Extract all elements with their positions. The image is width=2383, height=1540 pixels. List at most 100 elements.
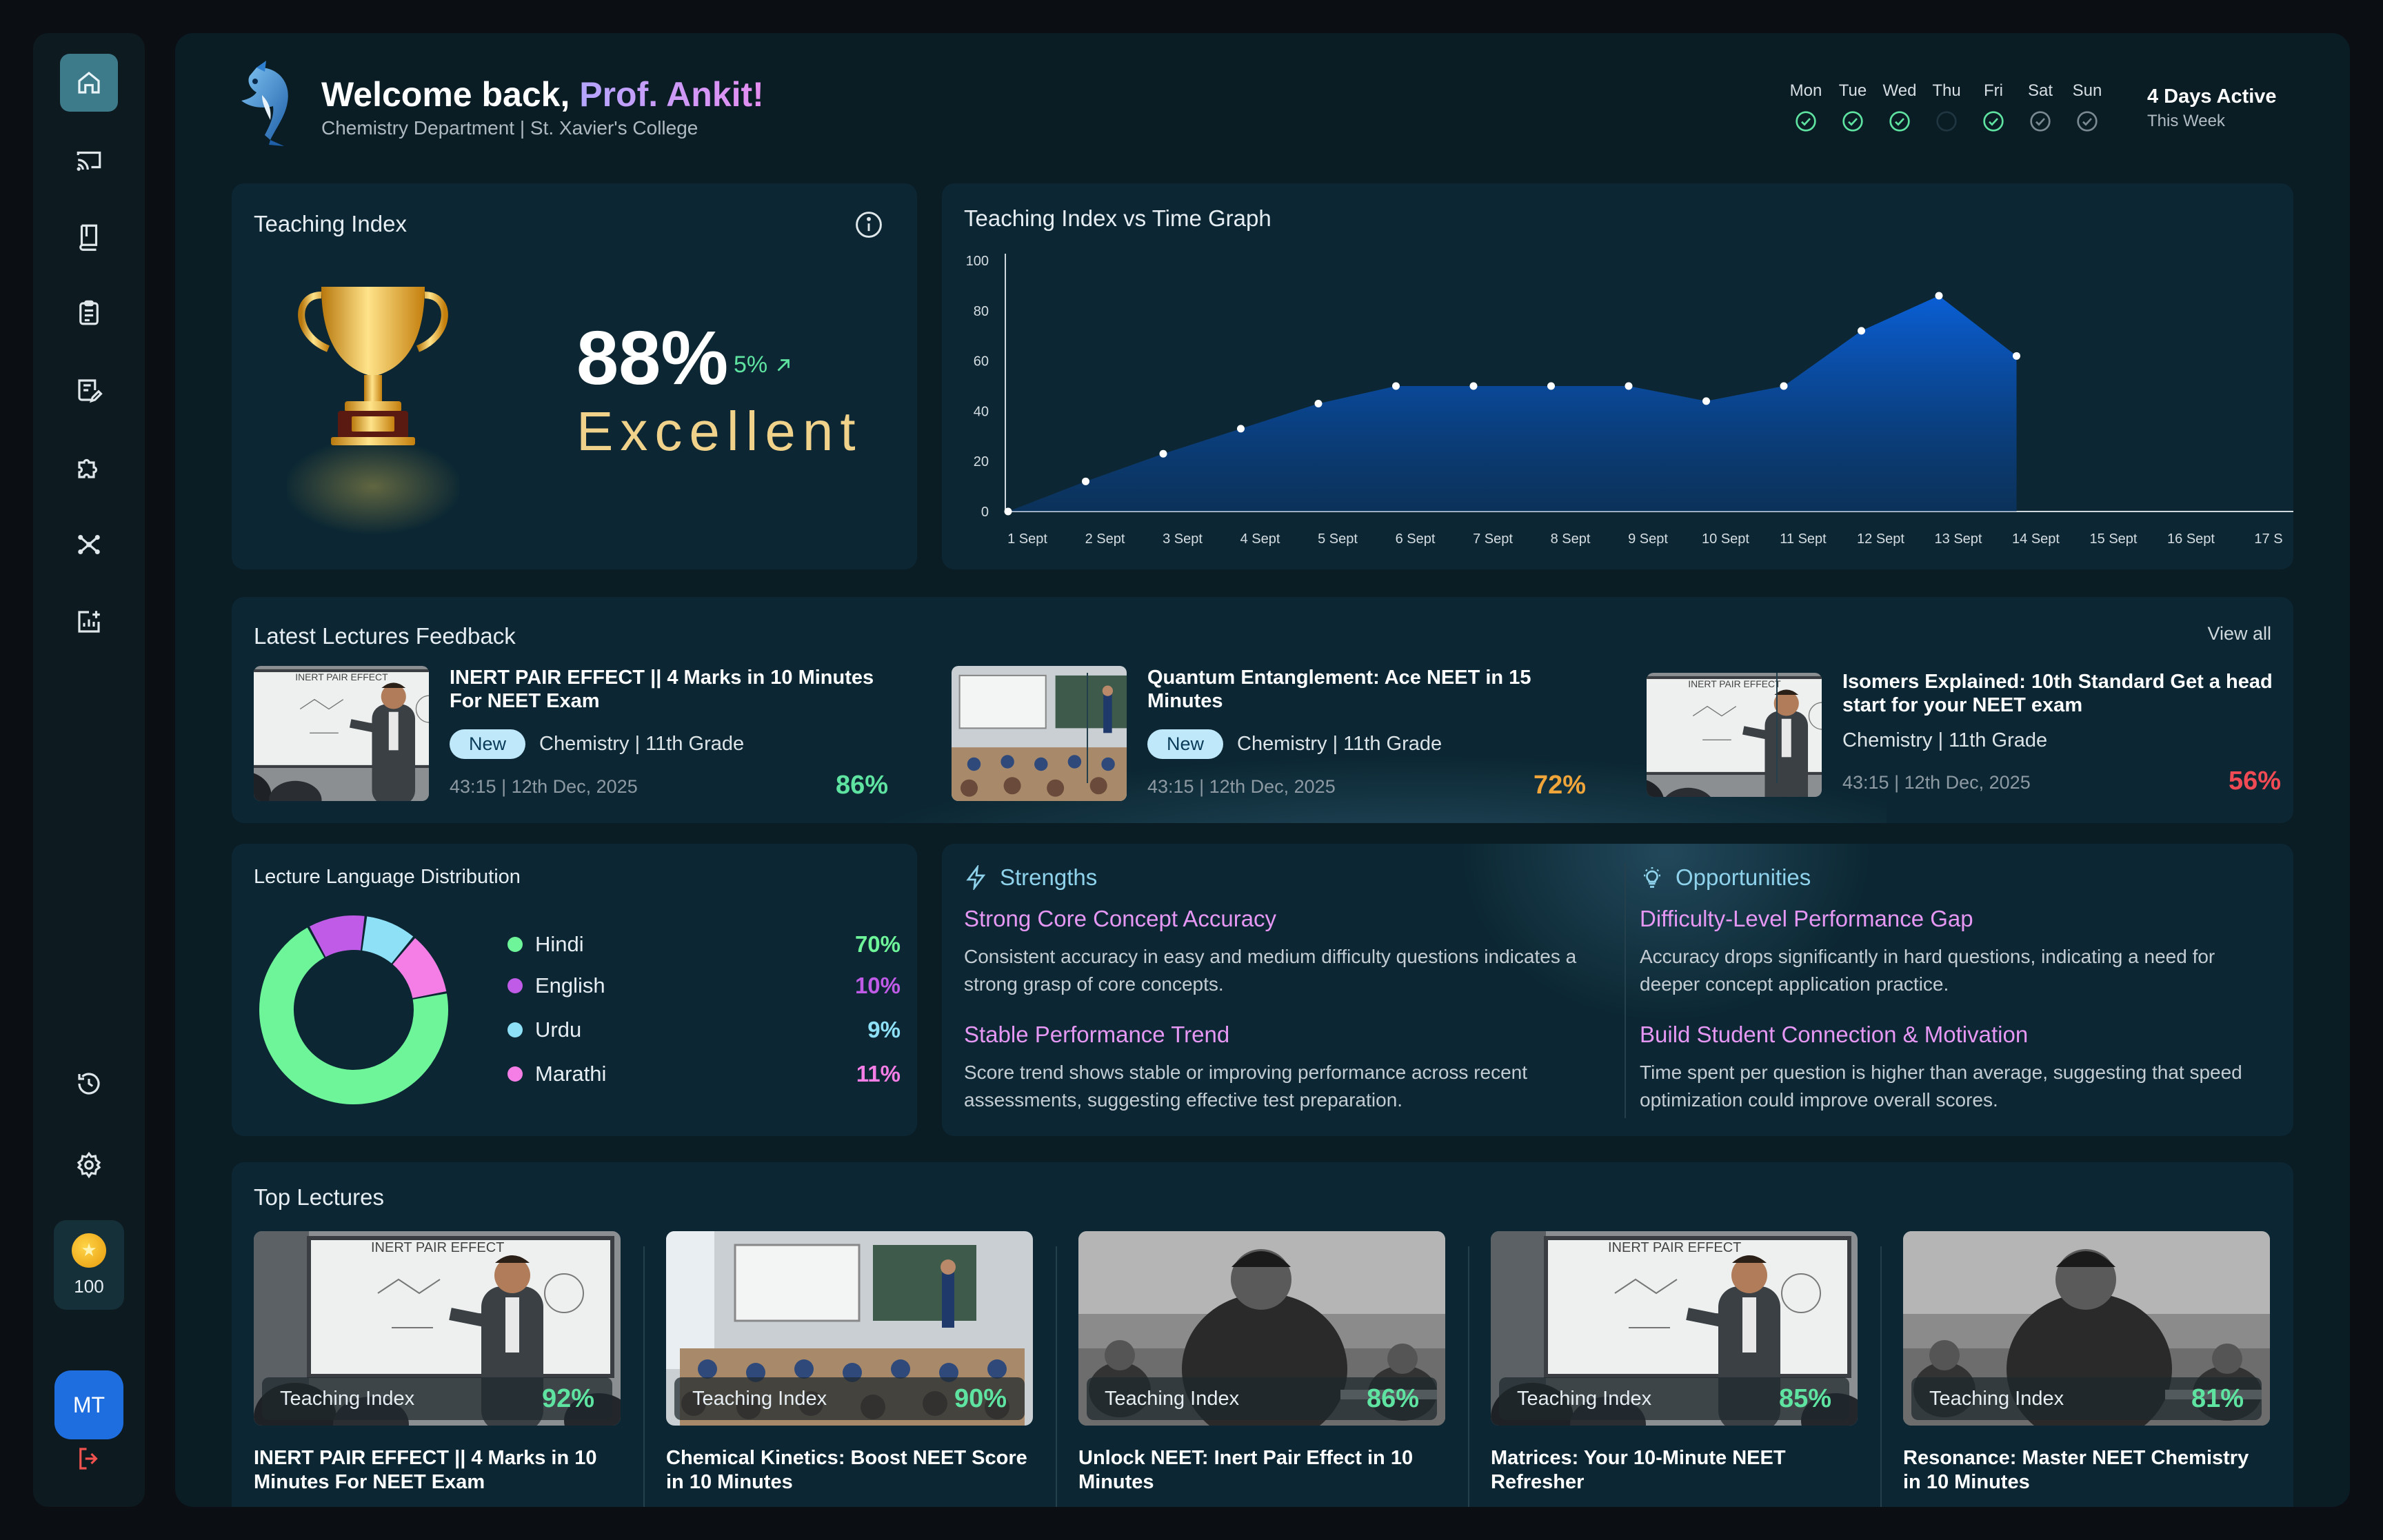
data-point[interactable] <box>1702 397 1710 405</box>
book-icon[interactable] <box>60 207 118 265</box>
check-circle-icon <box>2077 111 2098 132</box>
overlay-label: Teaching Index <box>692 1387 827 1410</box>
clipboard-icon[interactable] <box>60 284 118 342</box>
lecture-score: 86% <box>835 771 888 800</box>
day-label: Tue <box>1838 81 1867 100</box>
opportunities-heading: Opportunities <box>1640 864 1811 891</box>
lecture-title[interactable]: INERT PAIR EFFECT || 4 Marks in 10 Minut… <box>254 1446 621 1495</box>
area-series <box>1008 295 2017 511</box>
lecture-thumbnail[interactable]: INERT PAIR EFFECT Teaching Index 85% <box>1491 1231 1858 1426</box>
active-days-count: 4 Days Active <box>2147 85 2277 108</box>
lecture-thumbnail[interactable]: INERT PAIR EFFECT <box>1647 673 1822 797</box>
lecture-title[interactable]: Isomers Explained: 10th Standard Get a h… <box>1842 670 2284 717</box>
legend-dot <box>507 937 523 952</box>
data-point[interactable] <box>2013 352 2020 360</box>
feedback-item[interactable]: Quantum Entanglement: Ace NEET in 15 Min… <box>952 666 1613 804</box>
legend-dot <box>507 1066 523 1082</box>
language-title: Lecture Language Distribution <box>254 866 521 888</box>
feedback-item[interactable]: INERT PAIR EFFECT INERT PAIR EFFECT || 4 … <box>254 666 916 804</box>
overlay-label: Teaching Index <box>1517 1387 1652 1410</box>
data-point[interactable] <box>1392 382 1400 390</box>
lecture-thumbnail[interactable] <box>952 666 1127 801</box>
lecture-duration-date: 43:15 | 12th Dec, 2025 <box>450 776 638 797</box>
data-point[interactable] <box>1314 399 1323 407</box>
data-point[interactable] <box>1858 327 1865 335</box>
cast-icon[interactable] <box>60 131 118 189</box>
overlay-label: Teaching Index <box>1105 1387 1240 1410</box>
lecture-thumbnail[interactable]: Teaching Index 86% <box>1078 1231 1445 1426</box>
top-lecture-card[interactable]: Teaching Index 90% Chemical Kinetics: Boos… <box>666 1231 1033 1507</box>
legend-value: 70% <box>854 931 901 957</box>
lecture-subject: Chemistry | 11th Grade <box>539 733 745 755</box>
opportunity-heading: Difficulty-Level Performance Gap <box>1640 906 1973 931</box>
lightning-icon <box>966 865 986 890</box>
lecture-title[interactable]: Quantum Entanglement: Ace NEET in 15 Min… <box>1147 666 1589 713</box>
y-tick-label: 0 <box>981 505 989 520</box>
view-all-link[interactable]: View all <box>2207 623 2271 645</box>
data-point[interactable] <box>1082 477 1089 485</box>
network-icon[interactable] <box>60 516 118 574</box>
strength-heading: Strong Core Concept Accuracy <box>964 906 1277 931</box>
lightbulb-icon <box>1644 867 1660 888</box>
overlay-score: 81% <box>2191 1384 2244 1413</box>
feedback-item[interactable]: INERT PAIR EFFECT Isomers Explained: 10th… <box>1647 666 2293 804</box>
top-lecture-card[interactable]: INERT PAIR EFFECT Teaching Index 85% Matric… <box>1491 1231 1858 1507</box>
avatar[interactable]: MT <box>54 1370 123 1439</box>
lecture-subject: Chemistry | 11th Grade <box>1842 729 2048 751</box>
top-lecture-card[interactable]: Teaching Index 81% Resonance: Master NEET … <box>1903 1231 2270 1507</box>
lecture-title[interactable]: INERT PAIR EFFECT || 4 Marks in 10 Minut… <box>450 666 891 713</box>
data-point[interactable] <box>1780 382 1788 390</box>
teaching-index-overlay: Teaching Index 81% <box>1911 1377 2262 1420</box>
main-content: Welcome back, Prof. Ankit! Chemistry Dep… <box>175 33 2350 1507</box>
analytics-icon[interactable] <box>60 593 118 651</box>
x-tick-label: 12 Sept <box>1857 531 1904 547</box>
trophy-icon <box>287 287 459 535</box>
history-icon[interactable] <box>60 1055 118 1113</box>
settings-icon[interactable] <box>60 1136 118 1194</box>
coin-balance[interactable]: ★ 100 <box>54 1220 124 1310</box>
data-point[interactable] <box>1469 382 1478 390</box>
area-chart: 0 20 40 60 80 100 1 Sept 2 Sept 3 Sept 4 Sept 5 Se… <box>966 254 2293 547</box>
logout-icon[interactable] <box>60 1430 118 1488</box>
coin-count: 100 <box>74 1275 104 1297</box>
panel-title: Teaching Index <box>254 211 407 236</box>
legend-label: Marathi <box>535 1062 607 1086</box>
home-icon[interactable] <box>60 54 118 112</box>
data-point[interactable] <box>1237 425 1245 433</box>
top-lecture-card[interactable]: INERT PAIR EFFECT Teaching Index 92% INERT … <box>254 1231 621 1507</box>
legend-item-hindi: Hindi 70% <box>507 931 901 958</box>
legend-label: Hindi <box>535 932 584 956</box>
lecture-score: 56% <box>2228 767 2281 796</box>
lecture-thumbnail[interactable]: INERT PAIR EFFECT Teaching Index 92% <box>254 1231 621 1426</box>
x-tick-label: 5 Sept <box>1318 531 1358 547</box>
data-point[interactable] <box>1547 382 1555 390</box>
data-point[interactable] <box>1625 382 1633 390</box>
lecture-thumbnail[interactable]: Teaching Index 90% <box>666 1231 1033 1426</box>
top-lecture-card[interactable]: Teaching Index 86% Unlock NEET: Inert Pair… <box>1078 1231 1445 1507</box>
legend-item-urdu: Urdu 9% <box>507 1016 901 1044</box>
lecture-title[interactable]: Matrices: Your 10-Minute NEET Refresher <box>1491 1446 1858 1495</box>
lecture-thumbnail[interactable]: INERT PAIR EFFECT <box>254 666 429 801</box>
user-name: Prof. Ankit! <box>579 75 764 114</box>
data-point[interactable] <box>1004 507 1012 516</box>
arrow-up-right-icon <box>777 358 790 371</box>
data-point[interactable] <box>1159 449 1167 458</box>
lecture-title[interactable]: Chemical Kinetics: Boost NEET Score in 1… <box>666 1446 1033 1495</box>
dolphin-logo <box>241 61 288 146</box>
strength-heading: Stable Performance Trend <box>964 1022 1230 1047</box>
info-icon[interactable] <box>854 210 884 240</box>
x-tick-label: 16 Sept <box>2167 531 2215 547</box>
strength-body: Score trend shows stable or improving pe… <box>964 1062 1528 1111</box>
lecture-title[interactable]: Unlock NEET: Inert Pair Effect in 10 Min… <box>1078 1446 1445 1495</box>
lecture-thumbnail[interactable]: Teaching Index 81% <box>1903 1231 2270 1426</box>
strength-body: Consistent accuracy in easy and medium d… <box>964 946 1577 995</box>
lecture-title[interactable]: Resonance: Master NEET Chemistry in 10 M… <box>1903 1446 2270 1495</box>
sidebar: ★ 100 MT <box>33 33 145 1507</box>
puzzle-icon[interactable] <box>60 438 118 496</box>
day-wed: Wed <box>1882 81 1917 132</box>
y-tick-label: 100 <box>966 254 989 269</box>
lecture-thumbnail-image: INERT PAIR EFFECT <box>1647 673 1822 797</box>
overlay-label: Teaching Index <box>280 1387 415 1410</box>
edit-document-icon[interactable] <box>60 361 118 419</box>
data-point[interactable] <box>1935 292 1943 300</box>
